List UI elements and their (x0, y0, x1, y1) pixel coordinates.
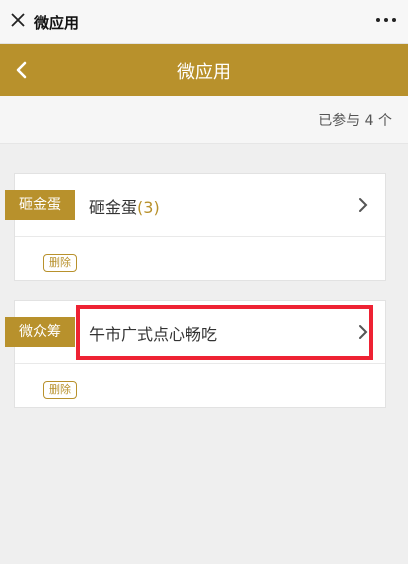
app-count: (3) (137, 198, 160, 217)
close-icon[interactable] (8, 10, 28, 30)
delete-button[interactable]: 删除 (43, 254, 77, 272)
chevron-right-icon[interactable] (357, 196, 369, 214)
app-name-link[interactable]: 砸金蛋(3) (89, 194, 160, 218)
app-name: 午市广式点心畅吃 (89, 325, 218, 344)
divider (15, 236, 385, 237)
page-header: 微应用 (0, 44, 408, 96)
app-name: 砸金蛋 (89, 198, 138, 217)
app-type-tag: 微众筹 (5, 317, 75, 347)
chevron-right-icon[interactable] (357, 323, 369, 341)
app-card: 微众筹 午市广式点心畅吃 删除 (5, 300, 386, 408)
delete-button[interactable]: 删除 (43, 381, 77, 399)
page-title: 微应用 (177, 62, 231, 83)
app-name-link[interactable]: 午市广式点心畅吃 (89, 321, 217, 345)
more-icon[interactable] (374, 14, 398, 26)
window-title: 微应用 (34, 14, 80, 32)
app-card: 砸金蛋 砸金蛋(3) 删除 (5, 173, 386, 281)
participation-count-row: 已参与 4 个 (0, 96, 408, 144)
top-bar: 微应用 (0, 0, 408, 44)
app-type-tag: 砸金蛋 (5, 190, 75, 220)
divider (15, 363, 385, 364)
participation-count: 已参与 4 个 (318, 113, 392, 129)
